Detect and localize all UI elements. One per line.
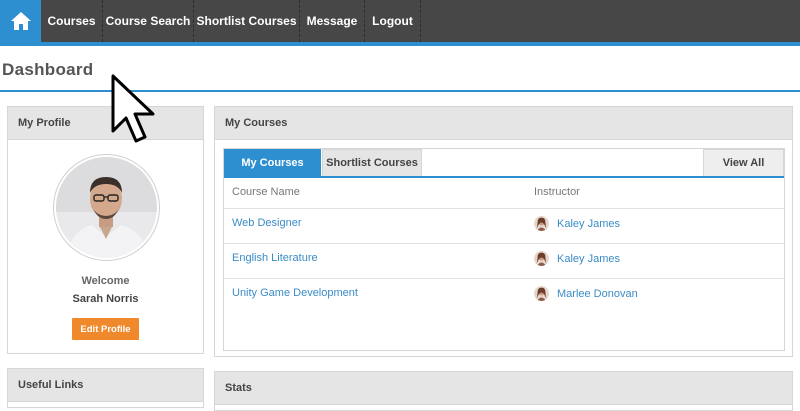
nav-message[interactable]: Message (300, 0, 365, 42)
profile-panel: My Profile Welcome Sarah Norris Edit Pro… (7, 106, 204, 354)
course-link[interactable]: Unity Game Development (232, 287, 358, 299)
welcome-text: Welcome (81, 275, 130, 287)
nav-course-search[interactable]: Course Search (103, 0, 194, 42)
instructor-link[interactable]: Kaley James (534, 251, 620, 266)
home-icon (10, 12, 31, 30)
course-link[interactable]: Web Designer (232, 217, 302, 229)
tabs-underline (224, 176, 784, 178)
instructor-avatar (534, 251, 549, 266)
home-button[interactable] (0, 0, 41, 42)
column-header-course: Course Name (232, 186, 300, 198)
tab-my-courses[interactable]: My Courses (224, 149, 321, 176)
instructor-avatar (534, 216, 549, 231)
row-divider (224, 243, 784, 244)
profile-avatar-frame (53, 154, 160, 261)
instructor-link[interactable]: Kaley James (534, 216, 620, 231)
useful-links-heading: Useful Links (8, 369, 203, 402)
mouse-pointer-icon (111, 74, 155, 143)
useful-links-panel: Useful Links (7, 368, 204, 408)
stats-panel: Stats (214, 371, 793, 411)
stats-heading: Stats (215, 372, 792, 405)
courses-panel: My Courses My Courses Shortlist Courses … (214, 106, 793, 357)
top-navigation: Courses Course Search Shortlist Courses … (0, 0, 800, 46)
row-divider (224, 278, 784, 279)
nav-logout[interactable]: Logout (365, 0, 421, 42)
instructor-avatar (534, 286, 549, 301)
nav-shortlist-courses[interactable]: Shortlist Courses (194, 0, 300, 42)
nav-courses[interactable]: Courses (41, 0, 103, 42)
page-title: Dashboard (2, 60, 94, 79)
courses-panel-heading: My Courses (215, 107, 792, 140)
instructor-name[interactable]: Kaley James (557, 253, 620, 265)
profile-name: Sarah Norris (72, 293, 139, 305)
row-divider (224, 208, 784, 209)
column-header-instructor: Instructor (534, 186, 580, 198)
profile-panel-heading: My Profile (8, 107, 203, 140)
instructor-name[interactable]: Marlee Donovan (557, 288, 638, 300)
instructor-link[interactable]: Marlee Donovan (534, 286, 638, 301)
courses-table: My Courses Shortlist Courses View All Co… (223, 148, 785, 351)
profile-avatar (56, 157, 157, 258)
course-link[interactable]: English Literature (232, 252, 318, 264)
tab-shortlist-courses[interactable]: Shortlist Courses (322, 149, 422, 176)
view-all-button[interactable]: View All (703, 149, 784, 176)
edit-profile-button[interactable]: Edit Profile (72, 318, 139, 340)
instructor-name[interactable]: Kaley James (557, 218, 620, 230)
